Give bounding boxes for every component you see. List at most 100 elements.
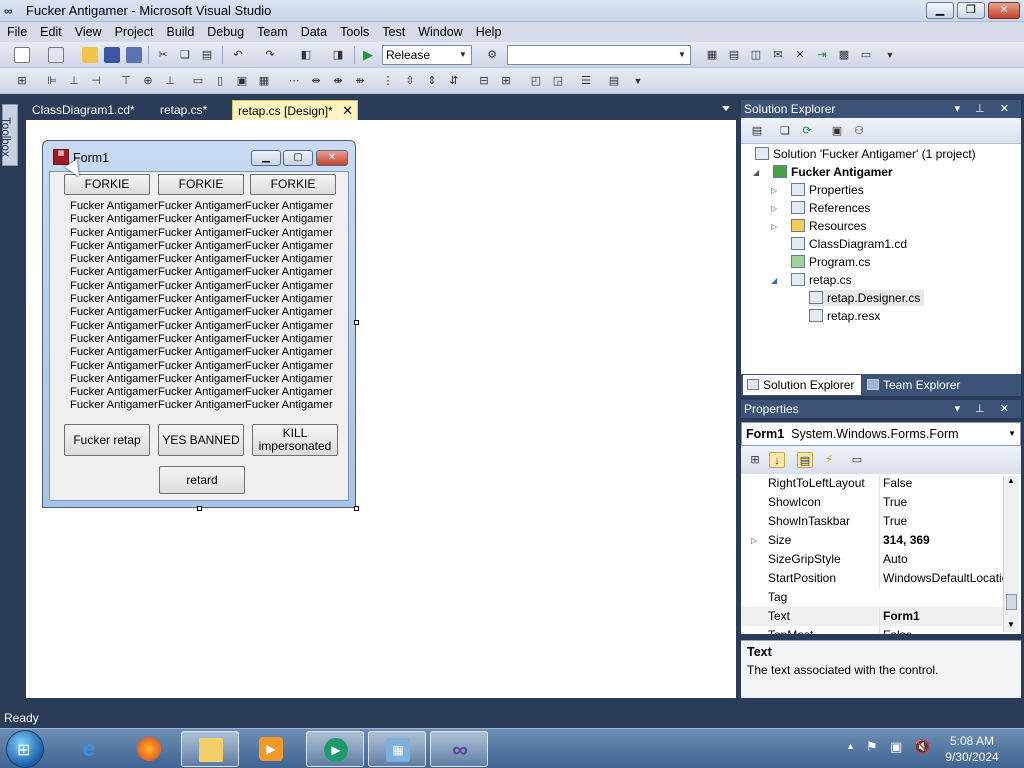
kill-impersonated-button[interactable]: KILL impersonated [252, 424, 338, 456]
align-lefts-icon[interactable]: ⊫ [44, 73, 60, 89]
menu-project[interactable]: Project [108, 22, 160, 41]
expand-icon[interactable]: ◢ [753, 168, 759, 177]
form-label[interactable]: Fucker Antigamer [245, 253, 333, 266]
start-button[interactable]: ⊞ [6, 730, 44, 768]
property-row[interactable]: ShowIcon True [741, 493, 1003, 512]
form-label[interactable]: Fucker Antigamer [70, 200, 158, 213]
menu-view[interactable]: View [68, 22, 108, 41]
save-icon[interactable] [104, 47, 120, 63]
form-close-button[interactable]: ✕ [316, 150, 348, 166]
form-label[interactable]: Fucker Antigamer [70, 399, 158, 412]
form-label[interactable]: Fucker Antigamer [158, 240, 246, 253]
form-label[interactable]: Fucker Antigamer [70, 280, 158, 293]
categorized-icon[interactable]: ⊞ [747, 452, 763, 468]
tab-retap-design[interactable]: retap.cs [Design]* ✕ [232, 100, 358, 120]
menu-test[interactable]: Test [375, 22, 411, 41]
yes-banned-button[interactable]: YES BANNED [158, 424, 244, 456]
form-label[interactable]: Fucker Antigamer [70, 253, 158, 266]
tray-clock[interactable]: 5:08 AM 9/30/2024 [940, 733, 1004, 765]
property-row[interactable]: RightToLeftLayout False [741, 474, 1003, 493]
menu-help[interactable]: Help [469, 22, 508, 41]
tab-order-icon[interactable]: ☰ [578, 73, 594, 89]
scroll-thumb[interactable] [1006, 594, 1017, 610]
menu-window[interactable]: Window [411, 22, 468, 41]
forkie-button-2[interactable]: FORKIE [158, 174, 244, 195]
tree-retap[interactable]: retap.cs [791, 272, 852, 288]
property-row[interactable]: ShowInTaskbar True [741, 512, 1003, 531]
forkie-button-3[interactable]: FORKIE [250, 174, 336, 195]
close-button[interactable]: ✕ [988, 2, 1020, 19]
collapsed-icon[interactable]: ▷ [771, 186, 777, 195]
form-label[interactable]: Fucker Antigamer [158, 360, 246, 373]
form-label[interactable]: Fucker Antigamer [70, 333, 158, 346]
retard-button[interactable]: retard [159, 466, 245, 494]
menu-build[interactable]: Build [159, 22, 200, 41]
solution-explorer-icon[interactable]: ▦ [704, 47, 720, 63]
taskbar-visual-studio[interactable]: ∞ [430, 731, 488, 767]
form-label[interactable]: Fucker Antigamer [245, 320, 333, 333]
form-label[interactable]: Fucker Antigamer [158, 333, 246, 346]
start-page-icon[interactable]: ⇥ [814, 47, 830, 63]
horizontal-spacing-icon[interactable]: ⋯ [286, 73, 302, 89]
properties-icon[interactable]: ▤ [726, 47, 742, 63]
property-row-selected[interactable]: Text Form1 [741, 607, 1003, 626]
view-class-diagram-icon[interactable]: ⚇ [851, 123, 867, 139]
make-same-height-icon[interactable]: ▯ [212, 73, 228, 89]
form-label[interactable]: Fucker Antigamer [158, 320, 246, 333]
tree-classdiagram[interactable]: ClassDiagram1.cd [791, 236, 907, 252]
menu-debug[interactable]: Debug [200, 22, 250, 41]
tools-icon[interactable]: ✕ [792, 47, 808, 63]
tree-program[interactable]: Program.cs [791, 254, 870, 270]
taskbar-media-player[interactable]: ▶ [242, 731, 300, 767]
form-label[interactable]: Fucker Antigamer [158, 200, 246, 213]
network-icon[interactable]: ▣ [890, 739, 902, 755]
form-label[interactable]: Fucker Antigamer [158, 346, 246, 359]
menu-tools[interactable]: Tools [333, 22, 375, 41]
add-item-icon[interactable] [48, 47, 64, 63]
fucker-retap-button[interactable]: Fucker retap [64, 424, 150, 456]
copy-icon[interactable]: ❏ [177, 47, 193, 63]
find-combo[interactable]: ▼ [507, 45, 691, 65]
find-in-files-icon[interactable]: ⚙ [484, 47, 500, 63]
taskbar-app-green[interactable]: ▶ [306, 731, 364, 767]
menu-data[interactable]: Data [294, 22, 333, 41]
events-icon[interactable]: ⚡ [821, 452, 837, 468]
properties-object-selector[interactable]: Form1 System.Windows.Forms.Form ▼ [741, 422, 1021, 446]
decrease-vertical-spacing-icon[interactable]: ⇕ [424, 73, 440, 89]
increase-horizontal-spacing-icon[interactable]: ⇹ [308, 73, 324, 89]
object-browser-icon[interactable]: ◫ [748, 47, 764, 63]
size-to-grid-icon[interactable]: ▦ [256, 73, 272, 89]
form-label[interactable]: Fucker Antigamer [70, 227, 158, 240]
taskbar-explorer[interactable] [181, 731, 239, 767]
property-row[interactable]: StartPosition WindowsDefaultLocation [741, 569, 1003, 588]
vertical-spacing-icon[interactable]: ⋮ [380, 73, 396, 89]
navigate-back-icon[interactable]: ◧ [298, 47, 314, 63]
form-label[interactable]: Fucker Antigamer [158, 280, 246, 293]
tree-solution[interactable]: Solution 'Fucker Antigamer' (1 project) [755, 146, 976, 162]
property-row[interactable]: Tag [741, 588, 1003, 607]
form-label[interactable]: Fucker Antigamer [245, 266, 333, 279]
undo-icon[interactable]: ↶ [230, 47, 246, 63]
align-centers-icon[interactable]: ⊥ [66, 73, 82, 89]
property-row[interactable]: ▷ Size 314, 369 [741, 531, 1003, 550]
new-project-icon[interactable] [14, 47, 30, 63]
form-label[interactable]: Fucker Antigamer [158, 266, 246, 279]
property-pages-icon[interactable]: ▭ [849, 452, 865, 468]
form-label[interactable]: Fucker Antigamer [245, 346, 333, 359]
form-label[interactable]: Fucker Antigamer [70, 293, 158, 306]
tree-retap-resx[interactable]: retap.resx [809, 308, 880, 324]
toolbox-icon[interactable]: ✉ [770, 47, 786, 63]
view-code-icon[interactable]: ▣ [829, 123, 845, 139]
form-label[interactable]: Fucker Antigamer [245, 373, 333, 386]
menu-edit[interactable]: Edit [33, 22, 68, 41]
property-row[interactable]: SizeGripStyle Auto [741, 550, 1003, 569]
remove-horizontal-spacing-icon[interactable]: ⇻ [352, 73, 368, 89]
expand-icon[interactable]: ◢ [771, 276, 777, 285]
solution-configuration-combo[interactable]: Release ▼ [382, 45, 472, 65]
scroll-down-icon[interactable]: ▼ [1007, 620, 1015, 629]
tab-classdiagram[interactable]: ClassDiagram1.cd* [22, 100, 144, 120]
menu-file[interactable]: File [0, 22, 33, 41]
show-all-files-icon[interactable]: ❏ [777, 123, 793, 139]
align-grid-icon[interactable]: ⊞ [14, 73, 30, 89]
form-label[interactable]: Fucker Antigamer [158, 386, 246, 399]
